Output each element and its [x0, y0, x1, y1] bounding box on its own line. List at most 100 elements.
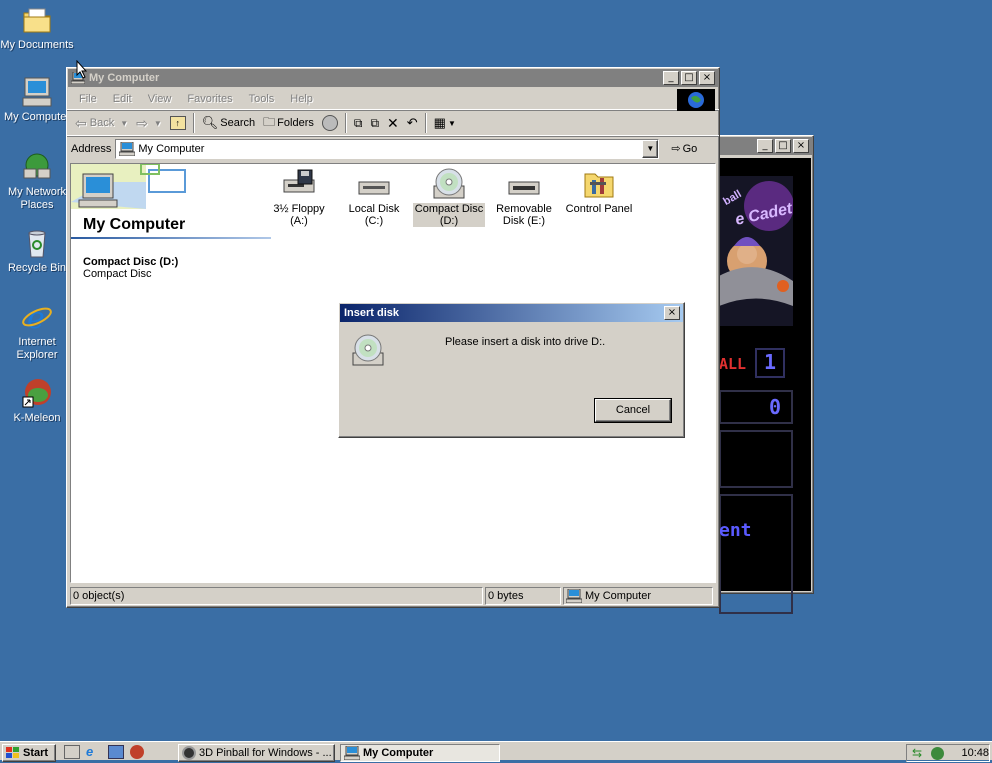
dialog-cd-icon — [351, 333, 385, 367]
start-label: Start — [23, 747, 49, 759]
my-computer-task-icon — [343, 745, 361, 761]
antivirus-tray-icon[interactable] — [931, 747, 944, 760]
pinball-title-art: ball e Cadet — [719, 176, 793, 326]
mouse-cursor-icon — [76, 59, 88, 82]
history-icon — [321, 115, 338, 131]
views-icon: ▦ — [433, 115, 446, 130]
search-label: Search — [220, 117, 256, 129]
delete-button[interactable]: ✕ — [383, 112, 403, 134]
undo-button[interactable]: ↶ — [403, 112, 422, 134]
pinball-task-icon — [182, 746, 196, 760]
k-meleon-icon — [21, 377, 53, 409]
network-tray-icon[interactable]: ⇆ — [912, 746, 922, 760]
move-to-button[interactable]: ⧉ — [350, 112, 367, 134]
outlook-quicklaunch-icon[interactable] — [108, 745, 124, 759]
menu-edit[interactable]: Edit — [105, 93, 140, 105]
undo-icon: ↶ — [406, 115, 418, 130]
desktop-icon-internet-explorer[interactable]: e Internet Explorer — [0, 301, 74, 362]
start-button[interactable]: Start — [2, 744, 56, 762]
copy-to-button[interactable]: ⧉ — [366, 112, 383, 134]
folders-button[interactable]: 🗀 Folders — [259, 112, 318, 134]
item-label: 3½ Floppy (A:) — [273, 203, 325, 227]
desktop-icon-k-meleon[interactable]: K-Meleon — [0, 377, 74, 425]
taskbar: Start e 3D Pinball for Windows - ... My … — [0, 741, 992, 762]
address-input[interactable]: My Computer ▼ — [115, 138, 660, 159]
system-tray: ⇆ 10:48 — [906, 744, 990, 762]
delete-icon: ✕ — [387, 114, 399, 131]
up-folder-button[interactable]: ↑ — [166, 112, 190, 134]
address-dropdown-button[interactable]: ▼ — [642, 139, 659, 158]
windows-flag-icon — [6, 747, 20, 759]
cd-drive-icon — [432, 168, 466, 200]
dialog-close-button[interactable]: × — [664, 306, 680, 320]
pinball-window-controls: _ □ × — [757, 139, 809, 153]
computer-icon — [21, 76, 53, 108]
task-pinball[interactable]: 3D Pinball for Windows - ... — [178, 744, 335, 762]
item-removable-disk-e[interactable]: Removable Disk (E:) — [488, 168, 560, 227]
left-panel-rule — [71, 237, 271, 239]
forward-arrow-icon: ⇨ — [136, 114, 148, 131]
maximize-button[interactable]: □ — [681, 71, 697, 85]
k-meleon-quicklaunch-icon[interactable] — [130, 745, 144, 759]
search-icon: 🔍︎ — [201, 115, 219, 130]
desktop-icon-my-documents[interactable]: My Documents — [0, 4, 74, 52]
back-label: Back — [89, 117, 115, 129]
dialog-title: Insert disk — [344, 307, 400, 319]
desktop-icon-label: My Documents — [0, 39, 74, 51]
minimize-button[interactable]: _ — [757, 139, 773, 153]
maximize-button[interactable]: □ — [775, 139, 791, 153]
ie-quicklaunch-icon[interactable]: e — [86, 745, 102, 759]
copy-to-icon: ⧉ — [370, 115, 380, 130]
close-button[interactable]: × — [699, 71, 715, 85]
item-compact-disc-d[interactable]: Compact Disc (D:) — [413, 168, 485, 227]
desktop-icon-recycle-bin[interactable]: Recycle Bin — [0, 227, 74, 275]
pinball-score: 0 — [768, 395, 781, 419]
floppy-drive-icon — [282, 168, 316, 200]
svg-text:e: e — [27, 301, 45, 333]
pinball-ball-label: ALL — [719, 355, 747, 373]
menu-file[interactable]: File — [71, 93, 105, 105]
back-dropdown-icon[interactable]: ▼ — [120, 119, 128, 128]
go-label: Go — [682, 142, 698, 155]
pinball-ball-count: 1 — [755, 348, 785, 378]
item-floppy-a[interactable]: 3½ Floppy (A:) — [263, 168, 335, 227]
task-label: 3D Pinball for Windows - ... — [199, 747, 332, 759]
recycle-bin-icon — [21, 227, 53, 259]
folders-icon: 🗀 — [263, 114, 276, 129]
address-computer-icon — [118, 141, 136, 156]
task-my-computer[interactable]: My Computer — [340, 744, 500, 762]
explorer-titlebar[interactable]: My Computer _ □ × — [68, 69, 718, 87]
item-local-disk-c[interactable]: Local Disk (C:) — [338, 168, 410, 227]
item-control-panel[interactable]: Control Panel — [563, 168, 635, 215]
menu-view[interactable]: View — [140, 93, 180, 105]
hard-disk-icon — [357, 168, 391, 200]
history-button[interactable] — [318, 112, 342, 134]
item-label: Local Disk (C:) — [348, 203, 400, 227]
desktop-icon-my-computer[interactable]: My Computer — [0, 76, 74, 124]
menu-help[interactable]: Help — [282, 93, 321, 105]
minimize-button[interactable]: _ — [663, 71, 679, 85]
desktop-icon-network[interactable]: My Network Places — [0, 151, 74, 212]
show-desktop-icon[interactable] — [64, 745, 80, 759]
desktop-icon-label: My Computer — [3, 111, 71, 123]
selected-item-type: Compact Disc — [83, 268, 152, 280]
toolbar-separator — [344, 113, 347, 133]
go-arrow-icon: ⇨ — [671, 143, 681, 155]
views-dropdown-icon: ▼ — [447, 118, 456, 128]
menu-tools[interactable]: Tools — [241, 93, 283, 105]
go-button[interactable]: ⇨ Go — [667, 138, 701, 160]
dialog-titlebar[interactable]: Insert disk × — [340, 304, 683, 322]
forward-dropdown-icon[interactable]: ▼ — [154, 119, 162, 128]
forward-button[interactable]: ⇨ ▼ — [132, 112, 166, 134]
views-button[interactable]: ▦ ▼ — [430, 112, 460, 134]
window-controls: _ □ × — [663, 71, 715, 85]
cancel-button[interactable]: Cancel — [594, 398, 672, 423]
item-label: Compact Disc (D:) — [413, 203, 485, 227]
menu-favorites[interactable]: Favorites — [179, 93, 240, 105]
back-button[interactable]: ⇦ Back ▼ — [71, 112, 132, 134]
item-label: Control Panel — [565, 203, 633, 215]
pinball-playfield[interactable]: ball e Cadet ALL 1 0 ent — [719, 158, 811, 614]
search-button[interactable]: 🔍︎ Search — [198, 112, 259, 134]
insert-disk-dialog[interactable]: Insert disk × Please insert a disk into … — [338, 302, 685, 438]
close-button[interactable]: × — [793, 139, 809, 153]
